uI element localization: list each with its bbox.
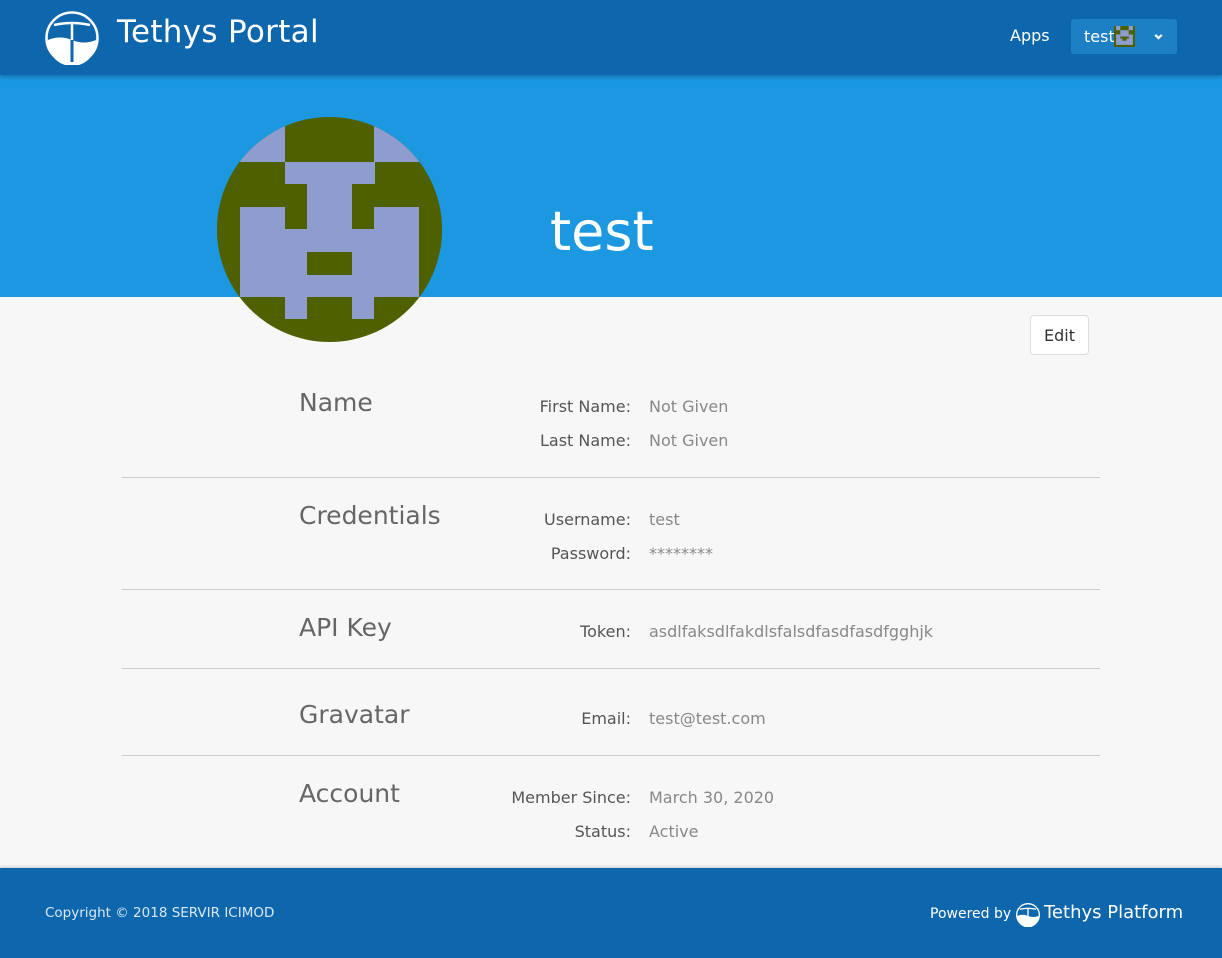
email-value: test@test.com: [649, 709, 766, 728]
status-label: Status:: [574, 822, 631, 841]
tethys-logo-icon[interactable]: [1016, 903, 1040, 927]
footer-copyright: Copyright © 2018 SERVIR ICIMOD: [45, 905, 275, 921]
api-key-section: API Key Token: asdlfaksdlfakdlsfalsdfasd…: [122, 613, 1100, 668]
profile-banner: test: [0, 75, 1222, 297]
credentials-section: Credentials Username: test Password: ***…: [122, 501, 1100, 589]
password-label: Password:: [550, 544, 631, 563]
username-label: Username:: [544, 510, 631, 529]
member-since-value: March 30, 2020: [649, 788, 775, 807]
chevron-down-icon: [1154, 34, 1163, 40]
page-footer: Copyright © 2018 SERVIR ICIMOD Powered b…: [0, 868, 1222, 958]
section-divider: [122, 477, 1100, 478]
section-title: Credentials: [299, 501, 441, 530]
account-section: Account Member Since: March 30, 2020 Sta…: [122, 779, 1100, 867]
profile-username-heading: test: [550, 200, 654, 263]
brand-title[interactable]: Tethys Portal: [117, 14, 319, 50]
profile-avatar: [217, 117, 442, 342]
section-divider: [122, 668, 1100, 669]
status-value: Active: [649, 822, 699, 841]
email-label: Email:: [581, 709, 631, 728]
top-navbar: Tethys Portal Apps test: [0, 0, 1222, 75]
user-menu-name: test: [1084, 27, 1115, 46]
gravatar-section: Gravatar Email: test@test.com: [122, 700, 1100, 755]
first-name-label: First Name:: [539, 397, 631, 416]
token-value: asdlfaksdlfakdlsfalsdfasdfasdfgghjk: [649, 622, 934, 641]
token-label: Token:: [580, 622, 631, 641]
section-title: Name: [299, 388, 373, 417]
last-name-value: Not Given: [649, 431, 729, 450]
member-since-label: Member Since:: [511, 788, 631, 807]
tethys-logo-icon[interactable]: [45, 11, 99, 65]
edit-profile-button[interactable]: Edit: [1030, 315, 1089, 355]
footer-powered-by: Powered by: [930, 906, 1012, 922]
section-divider: [122, 589, 1100, 590]
password-value: ********: [649, 544, 713, 563]
section-title: API Key: [299, 613, 392, 642]
user-avatar-icon: [1114, 26, 1135, 47]
first-name-value: Not Given: [649, 397, 729, 416]
section-title: Account: [299, 779, 400, 808]
user-menu-button[interactable]: test: [1071, 19, 1177, 54]
username-value: test: [649, 510, 680, 529]
footer-platform-link[interactable]: Tethys Platform: [1044, 902, 1183, 923]
last-name-label: Last Name:: [539, 431, 631, 450]
name-section: Name First Name: Not Given Last Name: No…: [122, 388, 1100, 476]
apps-link[interactable]: Apps: [1010, 26, 1050, 45]
section-title: Gravatar: [299, 700, 410, 729]
section-divider: [122, 755, 1100, 756]
